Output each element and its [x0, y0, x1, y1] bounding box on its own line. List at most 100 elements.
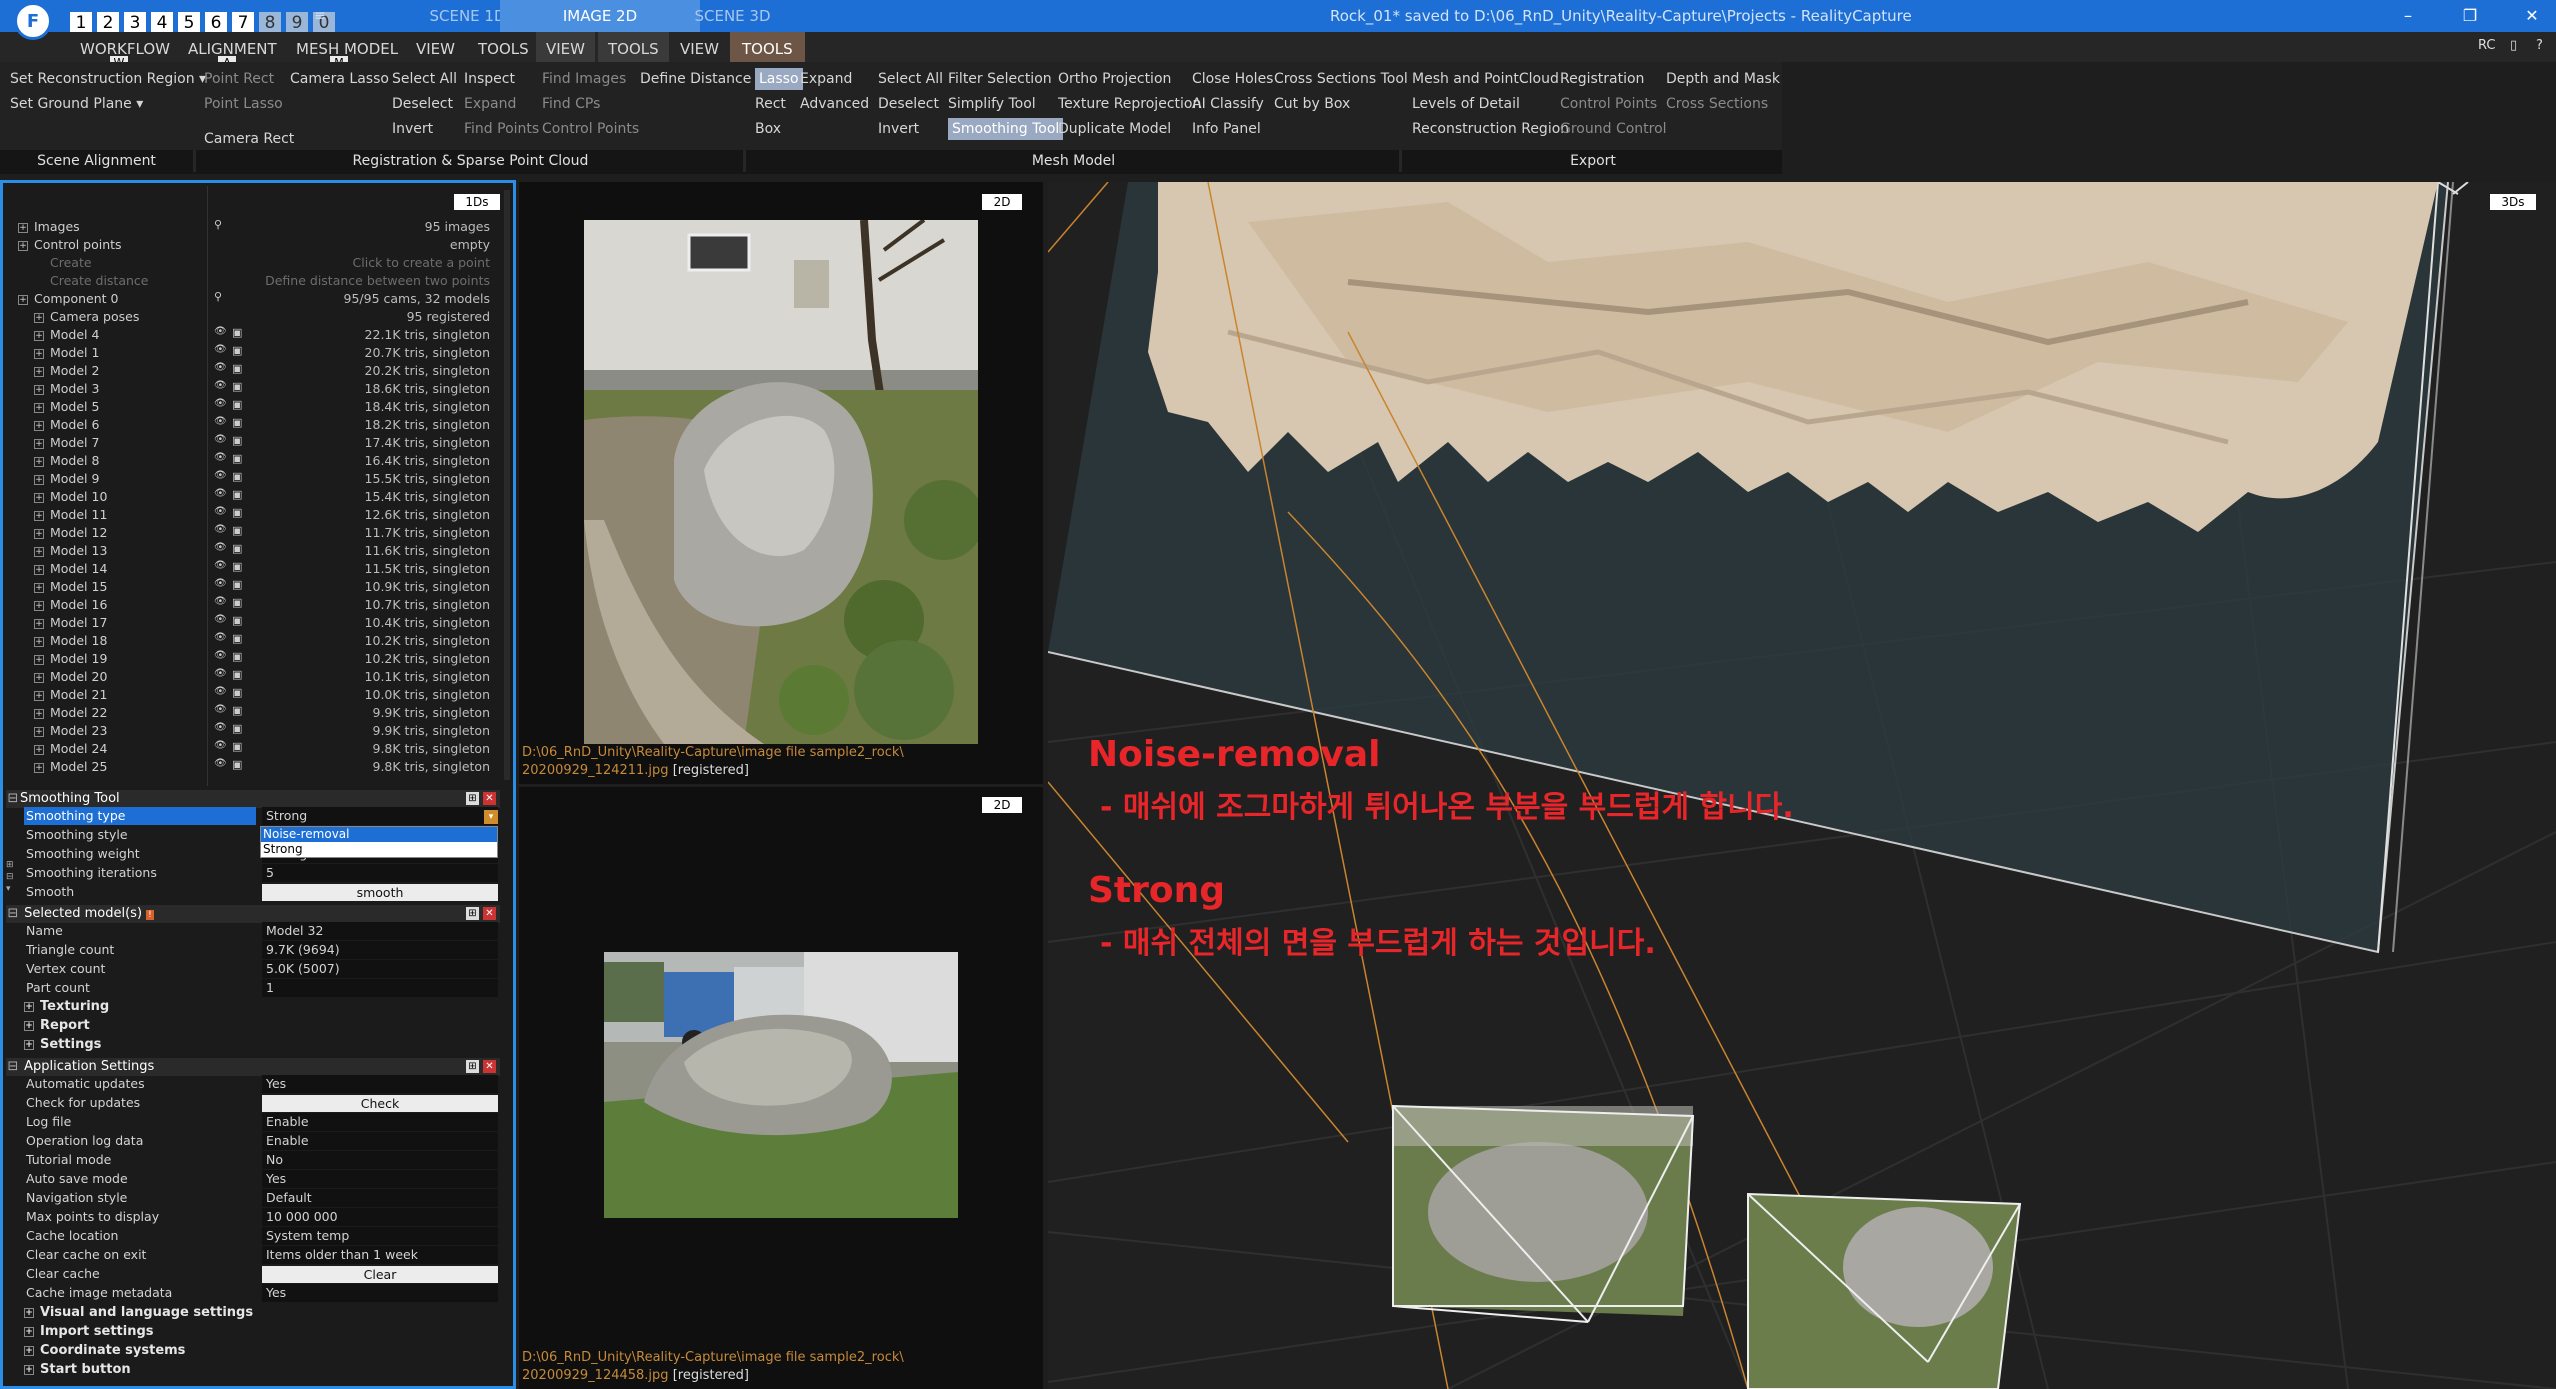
ribbon-mesh3-deselect[interactable]: Deselect	[878, 93, 939, 115]
smoothing-value[interactable]: Strong	[262, 807, 498, 825]
scene-3d-view[interactable]: 3Ds Noise-removal - 매쉬에 조그마하게 튀어나온 부분을 부…	[1048, 182, 2556, 1389]
menu-icon[interactable]: ≡	[300, 0, 340, 32]
ribbon-mesh6-close-holes[interactable]: Close Holes	[1192, 68, 1273, 90]
appsettings-value[interactable]: Items older than 1 week	[262, 1246, 498, 1264]
tree-row-label[interactable]: Create	[50, 254, 92, 272]
model-lock-icon[interactable]: ▣	[232, 614, 242, 627]
ribbon-reg1-point-lasso[interactable]: Point Lasso	[204, 93, 283, 115]
expand-icon[interactable]: +	[34, 348, 44, 359]
panel-pin-icon[interactable]: ⊞	[466, 1060, 479, 1073]
layout-key-5[interactable]: 5	[178, 12, 200, 34]
appsettings-value[interactable]: Enable	[262, 1113, 498, 1131]
expand-icon[interactable]: +	[34, 366, 44, 377]
expand-icon[interactable]: +	[24, 1001, 34, 1012]
document-icon[interactable]: ▯	[2510, 38, 2517, 53]
expand-icon[interactable]: +	[24, 1039, 34, 1050]
ribbon-mesh2-expand[interactable]: Expand	[800, 68, 852, 90]
menu-view-1[interactable]: VIEW	[416, 32, 455, 62]
ribbon-mesh1-rect[interactable]: Rect	[755, 93, 786, 115]
model-lock-icon[interactable]: ▣	[232, 380, 242, 393]
dropdown-chevron-icon[interactable]: ▾	[484, 810, 498, 824]
tree-row-label[interactable]: + Model 25	[34, 758, 107, 776]
model-lock-icon[interactable]: ▣	[232, 488, 242, 501]
model-lock-icon[interactable]: ▣	[232, 740, 242, 753]
tree-row-label[interactable]: + Model 22	[34, 704, 107, 722]
expand-icon[interactable]: +	[34, 474, 44, 485]
visibility-eye-icon[interactable]: 👁	[214, 722, 227, 733]
tree-row-label[interactable]: + Model 9	[34, 470, 99, 488]
expand-icon[interactable]: +	[34, 456, 44, 467]
pin-icon[interactable]: ⚲	[214, 290, 222, 303]
model-lock-icon[interactable]: ▣	[232, 470, 242, 483]
ribbon-scene-set-ground-plane[interactable]: Set Ground Plane ▾	[10, 93, 143, 115]
view-tag-2d-bottom[interactable]: 2D	[982, 797, 1022, 813]
appsettings-button[interactable]: Clear	[262, 1266, 498, 1283]
ribbon-reg3-deselect[interactable]: Deselect	[392, 93, 453, 115]
tree-row-label[interactable]: + Model 23	[34, 722, 107, 740]
tree-row-label[interactable]: + Model 15	[34, 578, 107, 596]
tree-row-label[interactable]: + Model 1	[34, 344, 99, 362]
ribbon-reg5-find-images[interactable]: Find Images	[542, 68, 626, 90]
visibility-eye-icon[interactable]: 👁	[214, 596, 227, 607]
tree-row-label[interactable]: + Model 14	[34, 560, 107, 578]
expand-icon[interactable]: +	[34, 690, 44, 701]
visibility-eye-icon[interactable]: 👁	[214, 668, 227, 679]
ribbon-export2-control-points[interactable]: Control Points	[1560, 93, 1657, 115]
pin-icon[interactable]: ⚲	[214, 218, 222, 231]
ribbon-export3-depth-and-mask[interactable]: Depth and Mask	[1666, 68, 1780, 90]
tree-row-label[interactable]: + Model 3	[34, 380, 99, 398]
visibility-eye-icon[interactable]: 👁	[214, 488, 227, 499]
model-lock-icon[interactable]: ▣	[232, 506, 242, 519]
visibility-eye-icon[interactable]: 👁	[214, 560, 227, 571]
panel-pin-icon[interactable]: ⊞	[466, 907, 479, 920]
layout-key-6[interactable]: 6	[205, 12, 227, 34]
model-lock-icon[interactable]: ▣	[232, 398, 242, 411]
model-lock-icon[interactable]: ▣	[232, 596, 242, 609]
visibility-eye-icon[interactable]: 👁	[214, 326, 227, 337]
ribbon-mesh7-cut-by-box[interactable]: Cut by Box	[1274, 93, 1350, 115]
expand-icon[interactable]: +	[34, 600, 44, 611]
ribbon-export2-registration[interactable]: Registration	[1560, 68, 1644, 90]
expand-icon[interactable]: +	[34, 582, 44, 593]
panel-close-icon[interactable]: ✕	[483, 907, 496, 920]
expand-icon[interactable]: +	[34, 672, 44, 683]
model-lock-icon[interactable]: ▣	[232, 722, 242, 735]
section-import-settings[interactable]: + Import settings	[24, 1323, 154, 1341]
model-lock-icon[interactable]: ▣	[232, 560, 242, 573]
layout-key-2[interactable]: 2	[97, 12, 119, 34]
ribbon-mesh7-cross-sections-tool[interactable]: Cross Sections Tool	[1274, 68, 1408, 90]
collapse-icon[interactable]: ⊟	[6, 872, 18, 884]
section-settings[interactable]: + Settings	[24, 1036, 101, 1054]
layout-key-1[interactable]: 1	[70, 12, 92, 34]
camera-frustum-2[interactable]	[1747, 1192, 2022, 1389]
close-icon[interactable]: ✕	[2510, 0, 2554, 32]
appsettings-value[interactable]: Default	[262, 1189, 498, 1207]
tree-row-label[interactable]: + Model 19	[34, 650, 107, 668]
tree-scrollbar[interactable]	[504, 190, 510, 780]
visibility-eye-icon[interactable]: 👁	[214, 362, 227, 373]
model-lock-icon[interactable]: ▣	[232, 542, 242, 555]
appsettings-value[interactable]: Yes	[262, 1170, 498, 1188]
appsettings-value[interactable]: Yes	[262, 1075, 498, 1093]
tree-row-label[interactable]: + Model 12	[34, 524, 107, 542]
expand-icon[interactable]: +	[34, 402, 44, 413]
ribbon-reg4-inspect[interactable]: Inspect	[464, 68, 515, 90]
model-lock-icon[interactable]: ▣	[232, 578, 242, 591]
visibility-eye-icon[interactable]: 👁	[214, 632, 227, 643]
down-icon[interactable]: ▾	[6, 884, 18, 896]
ribbon-reg4-find-points[interactable]: Find Points	[464, 118, 539, 140]
appsettings-button[interactable]: Check	[262, 1095, 498, 1112]
model-lock-icon[interactable]: ▣	[232, 758, 242, 771]
camera-frustum-1[interactable]	[1392, 1104, 1695, 1323]
selected-value[interactable]: Model 32	[262, 922, 498, 940]
menu-view-3[interactable]: VIEW	[680, 32, 719, 62]
expand-icon[interactable]: +	[24, 1364, 34, 1375]
view-tag-3ds[interactable]: 3Ds	[2490, 194, 2536, 210]
visibility-eye-icon[interactable]: 👁	[214, 542, 227, 553]
tree-row-label[interactable]: + Model 16	[34, 596, 107, 614]
appsettings-value[interactable]: Yes	[262, 1284, 498, 1302]
panel-pin-icon[interactable]: ⊞	[466, 792, 479, 805]
ribbon-mesh1-box[interactable]: Box	[755, 118, 781, 140]
expand-icon[interactable]: +	[34, 384, 44, 395]
help-icon[interactable]: ?	[2536, 38, 2543, 53]
